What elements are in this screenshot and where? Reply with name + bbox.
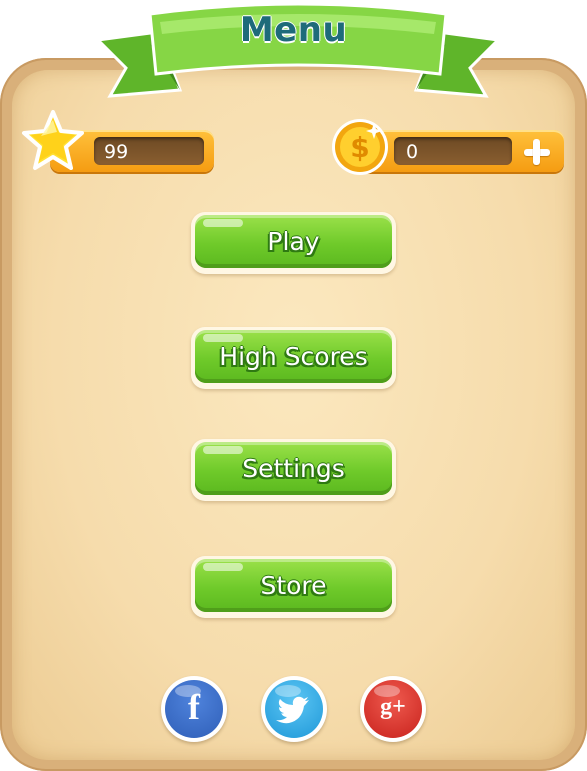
settings-button-face: Settings [195,442,392,495]
facebook-button[interactable]: f [161,676,227,742]
stars-value-well: 99 [94,137,204,165]
twitter-bird-icon [276,696,309,724]
parchment-panel [12,70,575,760]
google-plus-glyph: g+ [380,694,406,720]
star-icon [22,110,84,170]
twitter-icon [265,680,323,738]
play-button[interactable]: Play [191,212,396,274]
add-coins-button[interactable] [517,134,557,170]
google-plus-icon: g+ [364,680,422,738]
store-button[interactable]: Store [191,556,396,618]
stars-count: 99 [104,141,129,163]
facebook-glyph: f [188,687,200,727]
coins-count: 0 [406,141,419,163]
svg-text:$: $ [350,131,369,164]
high-scores-button[interactable]: High Scores [191,327,396,389]
play-button-label: Play [267,227,320,256]
dollar-coin-icon: $ [332,119,388,175]
store-button-face: Store [195,559,392,612]
settings-button[interactable]: Settings [191,439,396,501]
play-button-face: Play [195,215,392,268]
store-button-label: Store [260,571,327,600]
high-scores-button-label: High Scores [219,342,368,371]
settings-button-label: Settings [242,454,345,483]
high-scores-button-face: High Scores [195,330,392,383]
coins-value-well: 0 [394,137,512,165]
google-plus-button[interactable]: g+ [360,676,426,742]
facebook-icon: f [165,680,223,738]
menu-title: Menu [239,10,348,50]
twitter-button[interactable] [261,676,327,742]
